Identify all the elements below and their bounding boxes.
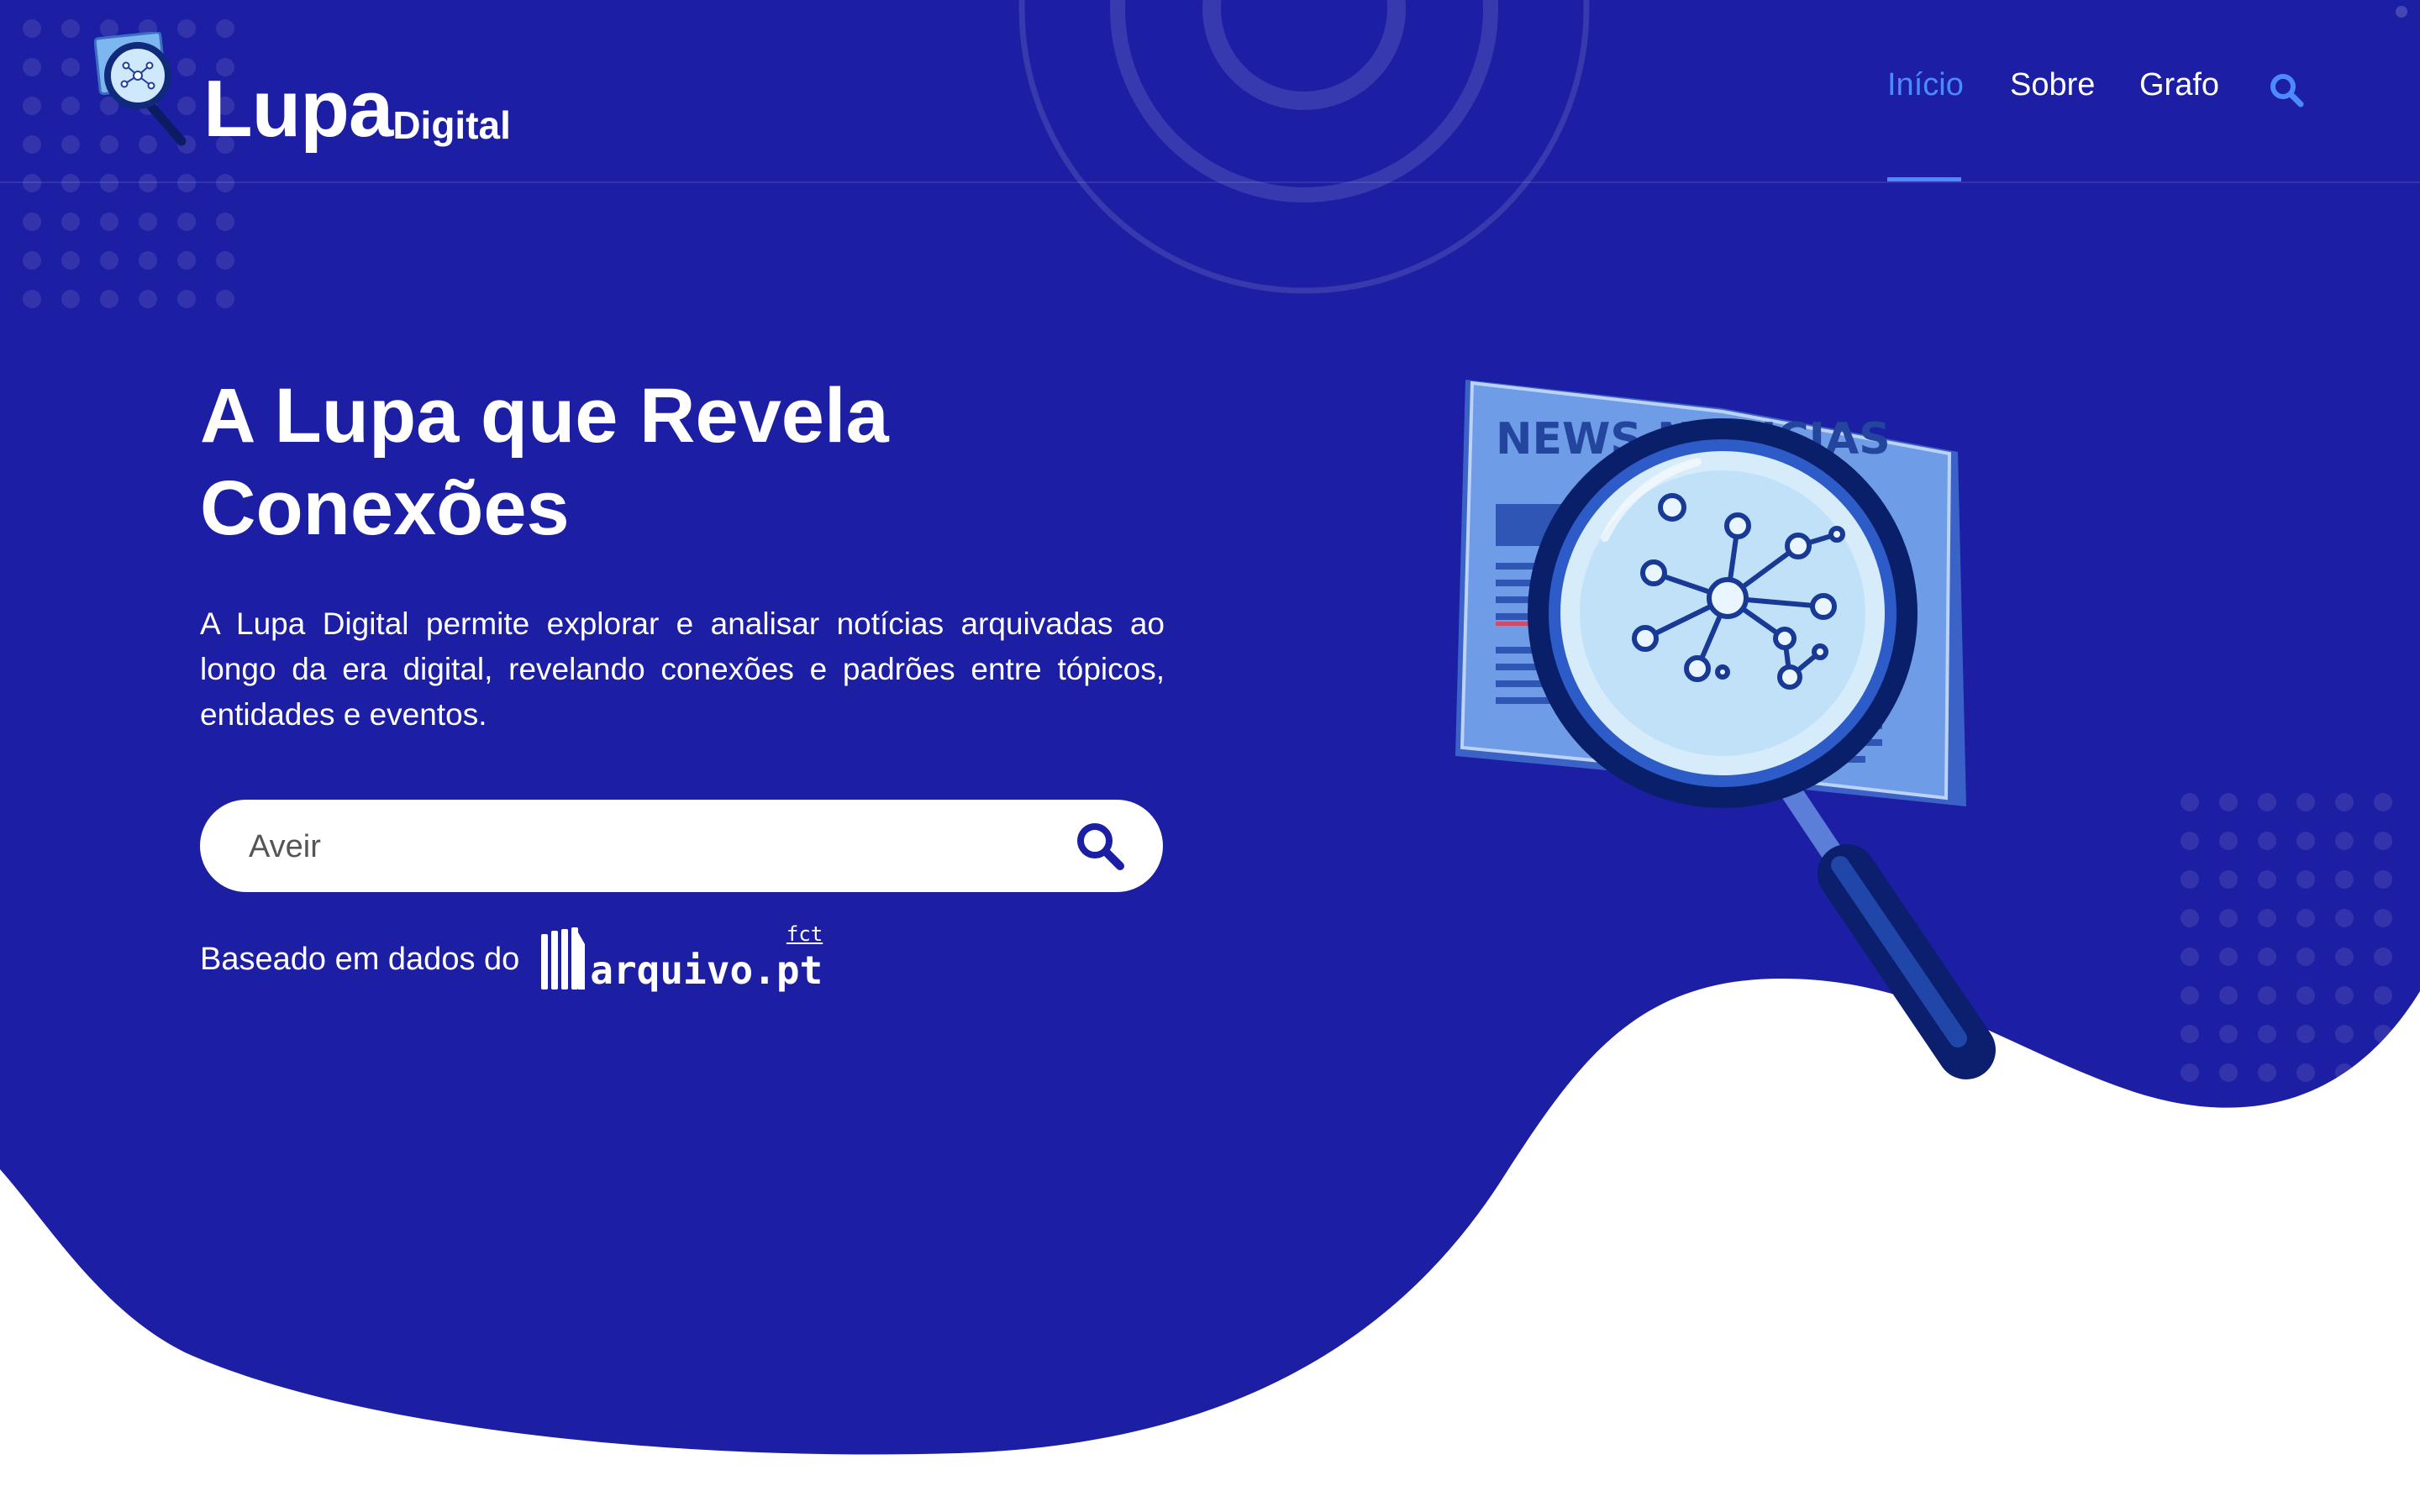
data-source-label: Baseado em dados do (200, 941, 520, 977)
search-submit-icon[interactable] (1074, 820, 1126, 872)
magnifier-network-illustration: NEWS NOTICIAS (1455, 380, 1996, 1079)
data-source: Baseado em dados do arquivo.pt fct (200, 922, 823, 993)
hero-description: A Lupa Digital permite explorar e analis… (200, 606, 1165, 732)
nav-active-indicator (1887, 177, 1961, 181)
background-decoration (0, 0, 2420, 1512)
dot-grid-right (2181, 793, 2392, 1082)
arquivo-pt-logo[interactable]: arquivo.pt fct (539, 922, 823, 993)
nav-item-inicio[interactable]: Início (1887, 67, 1964, 103)
fct-badge: fct (786, 922, 823, 946)
main-nav: Início Sobre Grafo (0, 67, 2420, 114)
white-wave (0, 979, 2420, 1512)
nav-item-sobre[interactable]: Sobre (2010, 67, 2095, 103)
hero-title-line-1: A Lupa que Revela (200, 373, 889, 459)
search-icon[interactable] (2269, 72, 2304, 108)
arquivo-pt-text: arquivo.pt (590, 948, 823, 993)
hero-title: A Lupa que Revela Conexões (200, 370, 1124, 554)
arquivo-bars-icon (541, 927, 586, 990)
search-bar (200, 800, 1163, 892)
nav-item-grafo[interactable]: Grafo (2139, 67, 2219, 103)
search-input[interactable] (247, 820, 1007, 874)
site-header: Lupa Digital Início Sobre Grafo (0, 0, 2420, 183)
hero-title-line-2: Conexões (200, 465, 570, 551)
magnifier-handle (1779, 779, 1996, 1079)
